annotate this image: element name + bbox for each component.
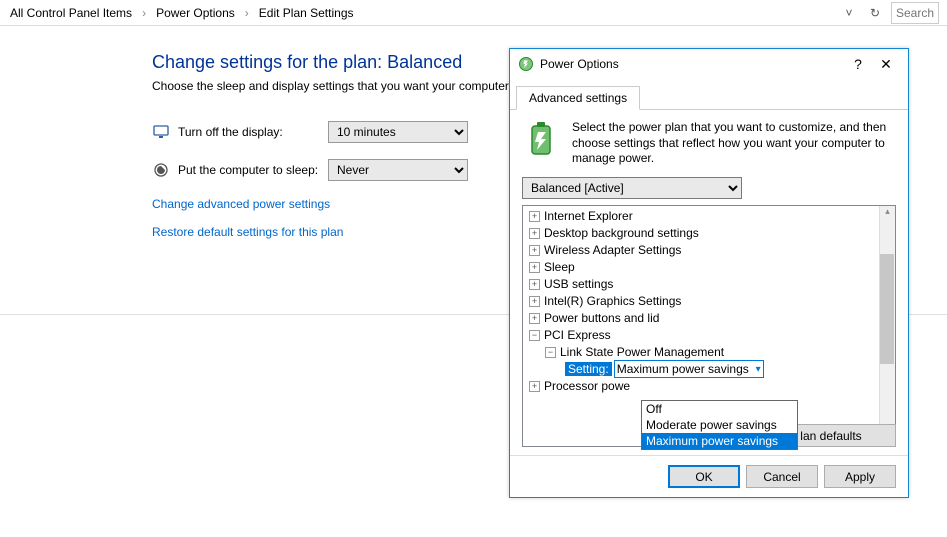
dialog-body: Select the power plan that you want to c… — [510, 110, 908, 455]
tree-item-power-buttons[interactable]: +Power buttons and lid — [523, 310, 879, 327]
tree-item-setting[interactable]: Setting: Maximum power savings▾ — [523, 361, 879, 378]
breadcrumb-bar: All Control Panel Items › Power Options … — [0, 0, 947, 26]
tab-strip: Advanced settings — [510, 79, 908, 110]
option-moderate[interactable]: Moderate power savings — [642, 417, 797, 433]
ok-button[interactable]: OK — [668, 465, 740, 488]
setting-dropdown-popup: Off Moderate power savings Maximum power… — [641, 400, 798, 450]
tree-item-sleep[interactable]: +Sleep — [523, 259, 879, 276]
display-icon — [152, 123, 170, 141]
cancel-button[interactable]: Cancel — [746, 465, 818, 488]
expand-icon[interactable]: + — [529, 381, 540, 392]
option-off[interactable]: Off — [642, 401, 797, 417]
scroll-up-icon[interactable]: ▴ — [880, 206, 895, 217]
dialog-footer: OK Cancel Apply — [510, 455, 908, 497]
scroll-thumb[interactable] — [880, 254, 894, 364]
expand-icon[interactable]: + — [529, 279, 540, 290]
tree-item-usb[interactable]: +USB settings — [523, 276, 879, 293]
scrollbar[interactable]: ▴ ▾ — [879, 206, 895, 446]
option-maximum[interactable]: Maximum power savings — [642, 433, 797, 449]
sleep-select[interactable]: Never — [328, 159, 468, 181]
dialog-titlebar: Power Options ? ✕ — [510, 49, 908, 79]
tree-item-ie[interactable]: +Internet Explorer — [523, 208, 879, 225]
apply-button[interactable]: Apply — [824, 465, 896, 488]
tab-advanced-settings[interactable]: Advanced settings — [516, 86, 640, 110]
tree-item-pci-express[interactable]: −PCI Express — [523, 327, 879, 344]
tree-item-desktop-bg[interactable]: +Desktop background settings — [523, 225, 879, 242]
refresh-icon[interactable]: ↻ — [865, 3, 885, 23]
intro-text: Select the power plan that you want to c… — [572, 120, 896, 167]
expand-icon[interactable]: + — [529, 296, 540, 307]
collapse-icon[interactable]: − — [529, 330, 540, 341]
help-button[interactable]: ? — [844, 52, 872, 76]
tree-item-processor[interactable]: +Processor powe — [523, 378, 879, 395]
tree-item-intel-graphics[interactable]: +Intel(R) Graphics Settings — [523, 293, 879, 310]
power-icon — [518, 56, 534, 72]
expand-icon[interactable]: + — [529, 245, 540, 256]
power-options-dialog: Power Options ? ✕ Advanced settings Sele… — [509, 48, 909, 498]
setting-label: Setting: — [565, 362, 612, 376]
chevron-down-icon: ▾ — [756, 364, 761, 375]
intro-row: Select the power plan that you want to c… — [522, 120, 896, 167]
breadcrumb-item[interactable]: Edit Plan Settings — [253, 3, 360, 23]
expand-icon[interactable]: + — [529, 262, 540, 273]
breadcrumb-item[interactable]: Power Options — [150, 3, 241, 23]
collapse-icon[interactable]: − — [545, 347, 556, 358]
dialog-title: Power Options — [540, 57, 619, 71]
sleep-icon — [152, 161, 170, 179]
history-dropdown-icon[interactable]: ˅ — [839, 3, 859, 23]
sleep-label: Put the computer to sleep: — [178, 163, 328, 177]
chevron-right-icon: › — [241, 6, 253, 20]
tree-item-wireless[interactable]: +Wireless Adapter Settings — [523, 242, 879, 259]
search-input[interactable] — [891, 2, 939, 24]
power-plan-select[interactable]: Balanced [Active] — [522, 177, 742, 199]
tree-item-link-state[interactable]: −Link State Power Management — [523, 344, 879, 361]
expand-icon[interactable]: + — [529, 211, 540, 222]
display-timeout-select[interactable]: 10 minutes — [328, 121, 468, 143]
setting-combo[interactable]: Maximum power savings▾ — [614, 360, 764, 378]
breadcrumb-item[interactable]: All Control Panel Items — [4, 3, 138, 23]
expand-icon[interactable]: + — [529, 313, 540, 324]
expand-icon[interactable]: + — [529, 228, 540, 239]
close-button[interactable]: ✕ — [872, 52, 900, 76]
display-timeout-label: Turn off the display: — [178, 125, 328, 139]
battery-icon — [522, 120, 562, 160]
chevron-right-icon: › — [138, 6, 150, 20]
